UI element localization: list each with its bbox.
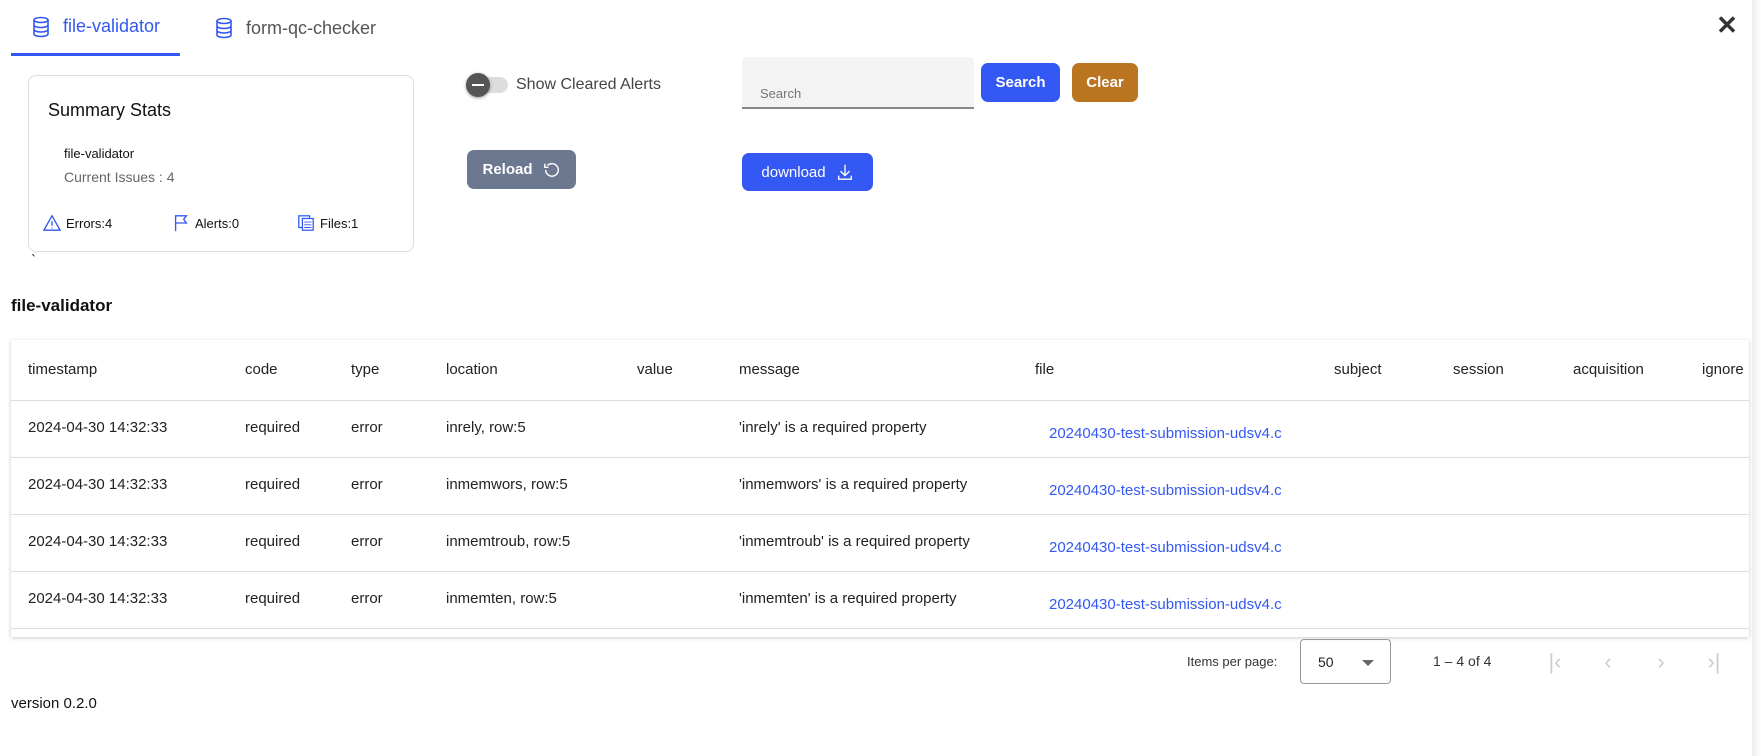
- cell-location: inmemtroub, row:5: [446, 533, 571, 550]
- current-issues: Current Issues : 4: [64, 169, 175, 185]
- search-input[interactable]: [742, 57, 974, 109]
- cell-timestamp: 2024-04-30 14:32:33: [28, 419, 168, 436]
- table-row: 2024-04-30 14:32:33 required error inmemten…: [11, 572, 1749, 629]
- next-page-icon[interactable]: ›: [1649, 650, 1673, 674]
- column-header-message[interactable]: message: [739, 361, 800, 378]
- download-label: download: [761, 163, 826, 181]
- clear-button[interactable]: Clear: [1072, 63, 1138, 102]
- table-header: timestamp code type location value message fil…: [11, 340, 1749, 401]
- alerts-text: Alerts:0: [195, 215, 240, 231]
- cell-location: inrely, row:5: [446, 419, 526, 436]
- items-per-page-label: Items per page:: [1187, 654, 1278, 669]
- column-header-type[interactable]: type: [351, 361, 379, 378]
- validator-name: file-validator: [64, 146, 135, 161]
- cell-message: 'inmemwors' is a required property: [739, 476, 968, 493]
- cell-timestamp: 2024-04-30 14:32:33: [28, 590, 168, 607]
- files-stat: Files:1: [297, 214, 358, 232]
- tab-form-qc-checker[interactable]: form-qc-checker: [194, 0, 396, 56]
- cell-location: inmemwors, row:5: [446, 476, 568, 493]
- cell-code: required: [245, 419, 301, 436]
- cell-code: required: [245, 533, 301, 550]
- page-range: 1 – 4 of 4: [1433, 653, 1492, 669]
- column-header-value[interactable]: value: [637, 361, 673, 378]
- last-page-icon[interactable]: ›|: [1702, 650, 1726, 674]
- column-header-file[interactable]: file: [1035, 361, 1054, 378]
- cell-type: error: [351, 590, 383, 607]
- first-page-icon[interactable]: |‹: [1543, 650, 1567, 674]
- column-header-code[interactable]: code: [245, 361, 278, 378]
- download-button[interactable]: download: [742, 153, 873, 191]
- table-row: 2024-04-30 14:32:33 required error inrely, …: [11, 401, 1749, 458]
- file-link[interactable]: 20240430-test-submission-udsv4.c: [1049, 425, 1282, 442]
- stray-character: `: [31, 252, 36, 269]
- version-label: version 0.2.0: [11, 695, 97, 712]
- minus-icon: [466, 73, 490, 97]
- close-icon[interactable]: ✕: [1712, 10, 1742, 40]
- column-header-acquisition[interactable]: acquisition: [1573, 361, 1644, 378]
- column-header-timestamp[interactable]: timestamp: [28, 361, 97, 378]
- column-header-session[interactable]: session: [1453, 361, 1504, 378]
- files-icon: [298, 215, 314, 231]
- database-icon: [216, 17, 232, 39]
- cell-message: 'inrely' is a required property: [739, 419, 927, 436]
- reload-label: Reload: [482, 161, 533, 178]
- warning-icon: [43, 214, 61, 231]
- column-header-ignore[interactable]: ignore: [1702, 361, 1744, 378]
- card-title: Summary Stats: [48, 100, 172, 120]
- cell-type: error: [351, 419, 383, 436]
- database-icon: [33, 16, 49, 37]
- scrollbar[interactable]: [1752, 0, 1761, 756]
- cell-message: 'inmemtroub' is a required property: [739, 533, 970, 550]
- cell-message: 'inmemten' is a required property: [739, 590, 957, 607]
- show-cleared-toggle[interactable]: Show Cleared Alerts: [466, 73, 661, 97]
- cell-code: required: [245, 590, 301, 607]
- alerts-stat: Alerts:0: [172, 214, 239, 232]
- column-header-location[interactable]: location: [446, 361, 498, 378]
- errors-stat: Errors:4: [43, 214, 112, 232]
- toggle-track[interactable]: [466, 73, 508, 97]
- refresh-icon: [543, 162, 559, 177]
- cell-code: required: [245, 476, 301, 493]
- toggle-label: Show Cleared Alerts: [516, 76, 661, 93]
- cell-type: error: [351, 533, 383, 550]
- cell-location: inmemten, row:5: [446, 590, 557, 607]
- table-row: 2024-04-30 14:32:33 required error inmemwor…: [11, 458, 1749, 515]
- tab-file-validator[interactable]: file-validator: [11, 0, 181, 56]
- tab-label: file-validator: [63, 16, 161, 36]
- cell-timestamp: 2024-04-30 14:32:33: [28, 476, 168, 493]
- search-button[interactable]: Search: [981, 63, 1060, 102]
- tab-label: form-qc-checker: [246, 17, 377, 38]
- cell-type: error: [351, 476, 383, 493]
- errors-text: Errors:4: [66, 215, 113, 231]
- page-size-value: 50: [1318, 654, 1334, 670]
- file-link[interactable]: 20240430-test-submission-udsv4.c: [1049, 482, 1282, 499]
- file-link[interactable]: 20240430-test-submission-udsv4.c: [1049, 596, 1282, 613]
- download-icon: [837, 164, 852, 180]
- cell-timestamp: 2024-04-30 14:32:33: [28, 533, 168, 550]
- prev-page-icon[interactable]: ‹: [1596, 650, 1620, 674]
- table-row: 2024-04-30 14:32:33 required error inmemtro…: [11, 515, 1749, 572]
- issues-table: timestamp code type location value message fil…: [11, 340, 1749, 637]
- page-size-select[interactable]: 50: [1300, 639, 1391, 684]
- file-link[interactable]: 20240430-test-submission-udsv4.c: [1049, 539, 1282, 556]
- reload-button[interactable]: Reload: [467, 150, 576, 189]
- section-title: file-validator: [11, 296, 113, 315]
- summary-stats-card: Summary Stats file-validator Current Iss…: [28, 75, 414, 252]
- files-text: Files:1: [320, 215, 359, 231]
- column-header-subject[interactable]: subject: [1334, 361, 1382, 378]
- flag-icon: [174, 215, 188, 232]
